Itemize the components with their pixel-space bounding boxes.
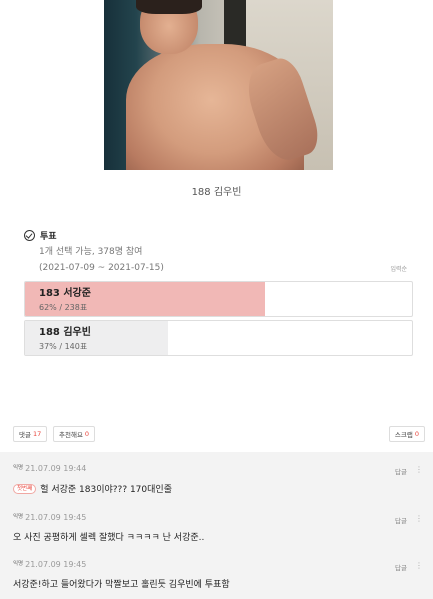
comment-text: 서강준!하고 들어왔다가 막짤보고 홀린듯 김우빈에 투표함 <box>13 580 230 590</box>
first-comment-badge: 첫번째 <box>13 483 37 494</box>
scrap-label: 스크랩 <box>394 431 413 439</box>
comment-date: 21.07.09 19:44 <box>25 464 87 473</box>
comment-text: 헐 서강준 183이야??? 170대인줄 <box>40 485 172 495</box>
comments-count: 17 <box>32 430 42 438</box>
recommend-count: 0 <box>84 430 90 438</box>
comment-body: 서강준!하고 들어왔다가 막짤보고 홀린듯 김우빈에 투표함 <box>13 577 230 590</box>
reply-button[interactable]: 답글 <box>395 515 407 525</box>
vote-option-2-name: 188 김우빈 <box>39 327 91 338</box>
more-options-icon[interactable]: ⋮ <box>415 514 423 523</box>
comment-section: 익명 21.07.09 19:44 답글 ⋮ 첫번째 헐 서강준 183이야??… <box>0 452 433 599</box>
comment-date: 21.07.09 19:45 <box>25 560 87 569</box>
image-hair <box>136 0 202 14</box>
comment-text: 오 사진 공평하게 셀렉 잘했다 ㅋㅋㅋㅋ 난 서강준.. <box>13 533 205 543</box>
comment-meta: 익명 21.07.09 19:45 <box>13 513 86 522</box>
vote-header: 투표 <box>24 229 57 242</box>
image-caption: 188 김우빈 <box>191 187 242 198</box>
more-options-icon[interactable]: ⋮ <box>415 561 423 570</box>
comment-date: 21.07.09 19:45 <box>25 513 87 522</box>
comment-meta: 익명 21.07.09 19:44 <box>13 464 86 473</box>
vote-title: 투표 <box>40 232 57 242</box>
vote-option-1-stats: 62% / 238표 <box>39 303 88 312</box>
vote-meta: 1개 선택 가능, 378명 참여 (2021-07-09 ~ 2021-07-… <box>39 244 164 276</box>
comment-meta: 익명 21.07.09 19:45 <box>13 560 86 569</box>
vote-option-2[interactable]: 188 김우빈 37% / 140표 <box>24 320 413 356</box>
recommend-label: 추천해요 <box>59 431 83 439</box>
post-image[interactable] <box>104 0 333 170</box>
reply-button[interactable]: 답글 <box>395 562 407 572</box>
comment-author: 익명 <box>13 465 24 471</box>
comment-author: 익명 <box>13 561 24 567</box>
vote-participation: 1개 선택 가능, 378명 참여 <box>39 247 143 257</box>
vote-option-2-stats: 37% / 140표 <box>39 342 88 351</box>
reply-button[interactable]: 답글 <box>395 466 407 476</box>
comment-author: 익명 <box>13 514 24 520</box>
recommend-button[interactable]: 추천해요 0 <box>53 426 96 442</box>
vote-check-icon <box>24 230 35 241</box>
vote-option-1-name: 183 서강준 <box>39 288 91 299</box>
scrap-button[interactable]: 스크랩 0 <box>388 426 425 442</box>
comments-label: 댓글 <box>19 431 31 439</box>
comment-body: 오 사진 공평하게 셀렉 잘했다 ㅋㅋㅋㅋ 난 서강준.. <box>13 530 204 543</box>
comments-button[interactable]: 댓글 17 <box>13 426 48 442</box>
vote-period: (2021-07-09 ~ 2021-07-15) <box>39 263 164 273</box>
scrap-count: 0 <box>414 430 419 438</box>
comment-body: 첫번째 헐 서강준 183이야??? 170대인줄 <box>13 482 172 495</box>
vote-option-1[interactable]: 183 서강준 62% / 238표 <box>24 281 413 317</box>
sort-order-link[interactable]: 입력순 <box>390 264 407 273</box>
more-options-icon[interactable]: ⋮ <box>415 465 423 474</box>
